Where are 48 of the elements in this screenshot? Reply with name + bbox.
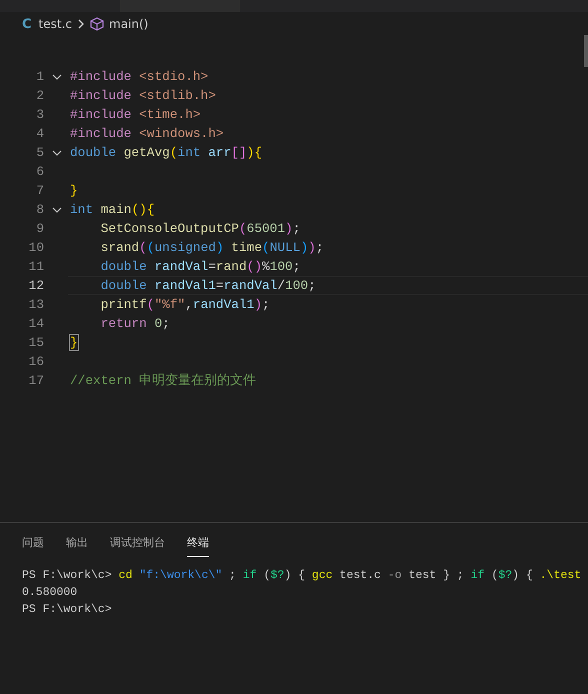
line-number: 16 xyxy=(28,354,44,369)
code-line: double randVal=rand()%100; xyxy=(100,259,300,274)
line-number: 13 xyxy=(28,297,44,312)
fold-chevron-icon[interactable] xyxy=(52,72,62,80)
fold-chevron-icon[interactable] xyxy=(52,206,62,214)
line-number: 11 xyxy=(28,259,44,274)
fold-chevron-icon[interactable] xyxy=(52,148,62,156)
line-number: 1 xyxy=(35,69,44,84)
line-number: 5 xyxy=(35,145,44,160)
breadcrumb-symbol[interactable]: main() xyxy=(109,17,148,31)
line-number: 12 xyxy=(28,278,44,293)
code-line: double getAvg(int arr[]){ xyxy=(70,145,262,160)
code-line: } xyxy=(70,335,78,350)
panel-tab[interactable]: 终端 xyxy=(187,533,209,557)
line-number: 3 xyxy=(35,107,44,122)
code-line: #include <stdio.h> xyxy=(70,69,208,84)
code-line: srand((unsigned) time(NULL)); xyxy=(100,240,324,255)
panel-tab[interactable]: 输出 xyxy=(66,533,88,557)
code-line: SetConsoleOutputCP(65001); xyxy=(100,221,300,236)
terminal-line: PS F:\work\c> cd "f:\work\c\" ; if ($?) { gcc test.c -o test } ; if ($?) { .\test xyxy=(22,569,582,584)
code-line: printf("%f",randVal1); xyxy=(100,297,270,312)
scrollbar-thumb[interactable] xyxy=(584,35,588,67)
panel-tab[interactable]: 调试控制台 xyxy=(110,533,165,557)
line-number: 17 xyxy=(28,373,44,388)
panel-tab[interactable]: 问题 xyxy=(22,533,44,557)
line-number: 8 xyxy=(35,202,44,217)
cube-icon xyxy=(90,17,104,31)
line-number: 9 xyxy=(35,221,44,236)
line-number: 2 xyxy=(35,88,44,103)
line-number: 6 xyxy=(35,164,44,179)
code-line: #include <time.h> xyxy=(70,107,201,122)
code-line: double randVal1=randVal/100; xyxy=(100,278,316,293)
code-line: //extern 申明变量在别的文件 xyxy=(70,372,256,389)
code-line: int main(){ xyxy=(70,202,154,217)
breadcrumb-file[interactable]: test.c xyxy=(38,17,72,31)
c-file-icon: C xyxy=(22,16,32,32)
code-line: return 0; xyxy=(100,316,170,331)
terminal-line: PS F:\work\c> xyxy=(22,603,113,618)
line-number: 15 xyxy=(28,335,44,350)
code-line: #include <windows.h> xyxy=(70,126,224,141)
terminal-line: 0.580000 xyxy=(22,586,78,601)
line-number: 7 xyxy=(35,183,44,198)
line-number: 10 xyxy=(28,240,44,255)
code-line: #include <stdlib.h> xyxy=(70,88,216,103)
chevron-right-icon xyxy=(77,18,86,30)
line-number: 4 xyxy=(35,126,44,141)
code-line: } xyxy=(70,183,78,198)
line-number: 14 xyxy=(28,316,44,331)
